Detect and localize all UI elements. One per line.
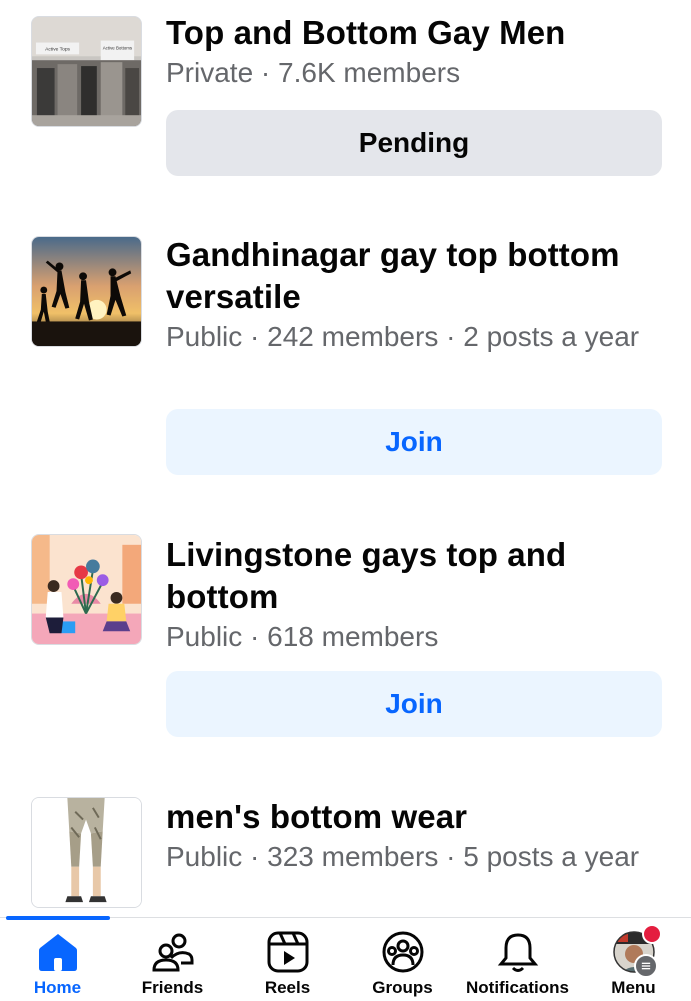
friends-icon	[151, 930, 195, 974]
tab-label: Groups	[372, 978, 433, 997]
tab-notifications[interactable]: Notifications	[460, 918, 575, 1001]
group-name[interactable]: men's bottom wear	[166, 796, 662, 838]
group-thumbnail[interactable]	[31, 797, 142, 908]
group-thumbnail[interactable]: Active Tops Active Bottoms	[31, 16, 142, 127]
group-card[interactable]: Gandhinagar gay top bottom versatile Pub…	[0, 220, 691, 490]
reels-icon	[266, 930, 310, 974]
home-icon	[36, 930, 80, 974]
tab-home[interactable]: Home	[0, 918, 115, 1001]
group-thumbnail[interactable]	[31, 534, 142, 645]
svg-text:Active Tops: Active Tops	[45, 46, 70, 52]
group-meta: Public · 618 members	[166, 621, 439, 652]
group-meta: Public · 242 members · 2 posts a year	[166, 321, 640, 352]
tab-label: Reels	[264, 978, 311, 997]
tab-friends[interactable]: Friends	[115, 918, 230, 1001]
notification-dot	[641, 924, 662, 944]
tab-label: Notifications	[466, 978, 569, 997]
group-card[interactable]: Active Tops Active Bottoms Top and Botto…	[0, 0, 691, 200]
svg-text:Active Bottoms: Active Bottoms	[103, 45, 133, 50]
group-name[interactable]: Top and Bottom Gay Men	[166, 12, 662, 54]
group-card[interactable]: Livingstone gays top and bottom Public ·…	[0, 520, 691, 750]
group-meta: Private · 7.6K members	[166, 57, 461, 88]
tab-label: Friends	[141, 978, 204, 997]
tab-reels[interactable]: Reels	[230, 918, 345, 1001]
pending-button[interactable]: Pending	[166, 110, 662, 176]
bell-icon	[496, 930, 540, 974]
groups-icon	[381, 930, 425, 974]
group-name[interactable]: Gandhinagar gay top bottom versatile	[166, 234, 662, 318]
profile-avatar	[612, 924, 662, 978]
bottom-tab-bar: Home Friends Reels Groups Notifications …	[0, 916, 691, 1001]
group-name[interactable]: Livingstone gays top and bottom	[166, 534, 662, 618]
tab-menu[interactable]: Menu	[576, 918, 691, 1001]
group-meta: Public · 323 members · 5 posts a year	[166, 841, 640, 872]
tab-label: Home	[33, 978, 82, 997]
tab-groups[interactable]: Groups	[345, 918, 460, 1001]
menu-badge-icon	[633, 954, 658, 978]
join-button[interactable]: Join	[166, 671, 662, 737]
group-card[interactable]: men's bottom wear Public · 323 members ·…	[0, 780, 691, 917]
group-thumbnail[interactable]	[31, 236, 142, 347]
join-button[interactable]: Join	[166, 409, 662, 475]
tab-label: Menu	[611, 978, 656, 997]
